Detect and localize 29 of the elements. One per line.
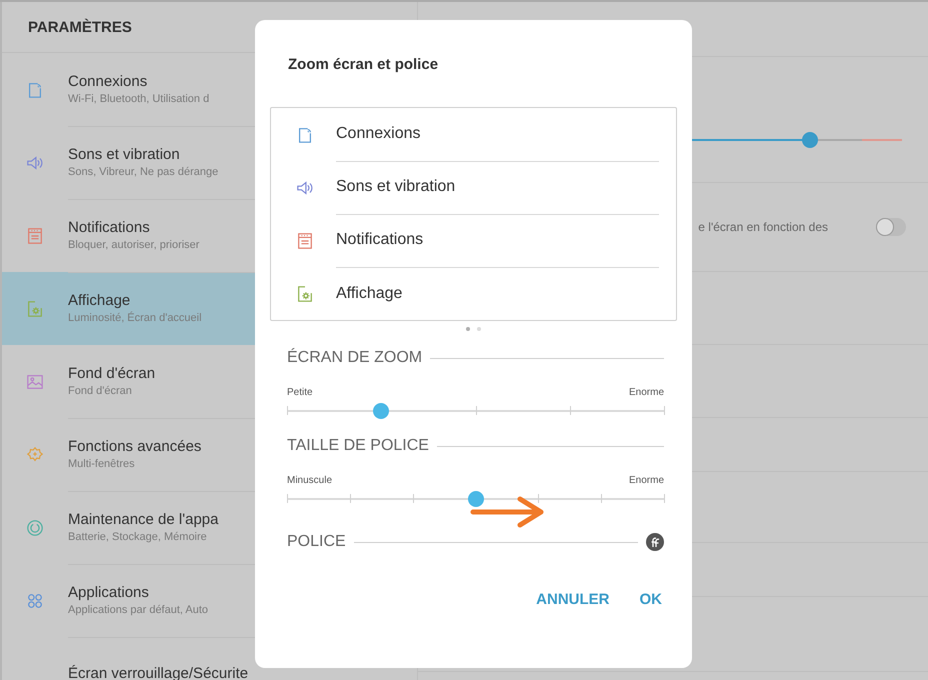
screen-sun-icon bbox=[296, 284, 314, 302]
slider-thumb[interactable] bbox=[373, 403, 390, 419]
setting-label: e l'écran en fonction des bbox=[698, 220, 828, 234]
screen-sun-icon bbox=[26, 300, 44, 318]
max-label: Enorme bbox=[628, 387, 664, 398]
font-style-icon[interactable] bbox=[646, 533, 664, 551]
preview-item-label: Sons et vibration bbox=[336, 178, 456, 196]
apps-grid-icon bbox=[26, 592, 44, 610]
min-label: Petite bbox=[287, 387, 313, 398]
picture-icon bbox=[26, 372, 44, 390]
notification-list-icon bbox=[296, 232, 314, 250]
min-label: Minuscule bbox=[287, 475, 332, 486]
dialog-title: Zoom écran et police bbox=[288, 56, 438, 73]
preview-item-label: Affichage bbox=[336, 284, 402, 302]
preview-item-label: Notifications bbox=[336, 231, 424, 249]
gear-plus-icon bbox=[26, 446, 44, 464]
section-heading: TAILLE DE POLICE bbox=[287, 437, 429, 455]
max-label: Enorme bbox=[628, 475, 664, 486]
notification-list-icon bbox=[26, 226, 44, 244]
section-heading: POLICE bbox=[287, 533, 346, 551]
phone-signal-icon bbox=[26, 80, 44, 98]
phone-signal-icon bbox=[296, 126, 314, 144]
toggle-switch[interactable] bbox=[876, 218, 906, 236]
speaker-icon bbox=[296, 178, 314, 196]
slider-thumb[interactable] bbox=[468, 491, 484, 507]
speaker-icon bbox=[26, 154, 44, 172]
slider-thumb[interactable] bbox=[802, 132, 818, 148]
section-heading: ÉCRAN DE ZOOM bbox=[287, 349, 422, 367]
preview-item-label: Connexions bbox=[336, 125, 420, 143]
